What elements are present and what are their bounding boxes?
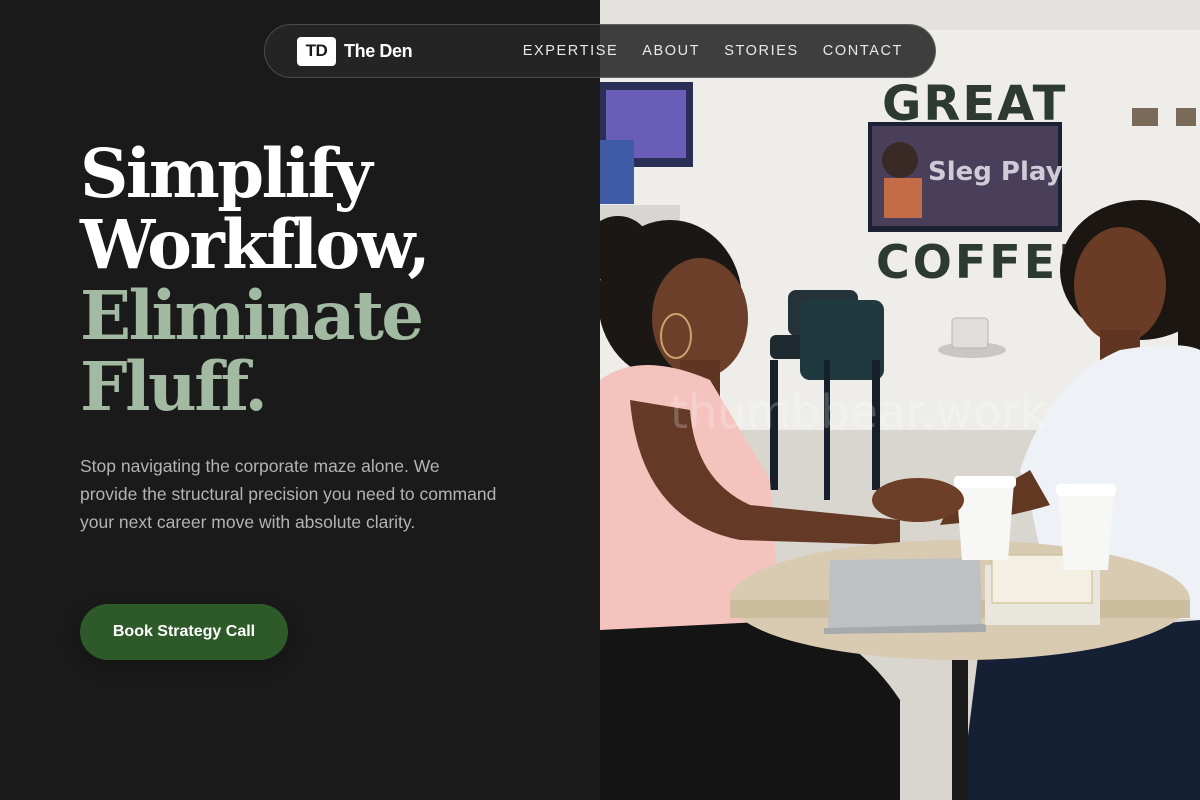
- nav-link-contact[interactable]: CONTACT: [823, 43, 903, 59]
- brand-name: The Den: [344, 40, 413, 61]
- brand-mark-icon: TD: [297, 36, 336, 66]
- brand-logo[interactable]: TD The Den: [297, 36, 413, 66]
- nav-link-expertise[interactable]: EXPERTISE: [523, 43, 619, 59]
- tv-text: Sleg Play: [928, 157, 1063, 187]
- book-strategy-call-button[interactable]: Book Strategy Call: [80, 604, 288, 660]
- nav-link-about[interactable]: ABOUT: [642, 43, 700, 59]
- hero-subtext: Stop navigating the corporate maze alone…: [80, 456, 497, 532]
- headline-line-3: Eliminate: [80, 276, 424, 355]
- nav-links: EXPERTISE ABOUT STORIES CONTACT: [523, 43, 903, 59]
- headline-line-2: Workflow,: [80, 205, 431, 284]
- wall-sign-bottom: COFFEE: [876, 235, 1093, 289]
- hero-photo: GREAT Sleg Play COFFEE thumbbear.work: [600, 0, 1200, 800]
- photo-watermark: thumbbear.work: [670, 385, 1047, 439]
- headline-line-4: Fluff.: [80, 347, 268, 426]
- hero-headline: Simplify Workflow, Eliminate Fluff.: [80, 134, 431, 426]
- nav-link-stories[interactable]: STORIES: [724, 43, 799, 59]
- headline-line-1: Simplify: [80, 134, 373, 213]
- top-navbar: TD The Den EXPERTISE ABOUT STORIES CONTA…: [264, 24, 936, 78]
